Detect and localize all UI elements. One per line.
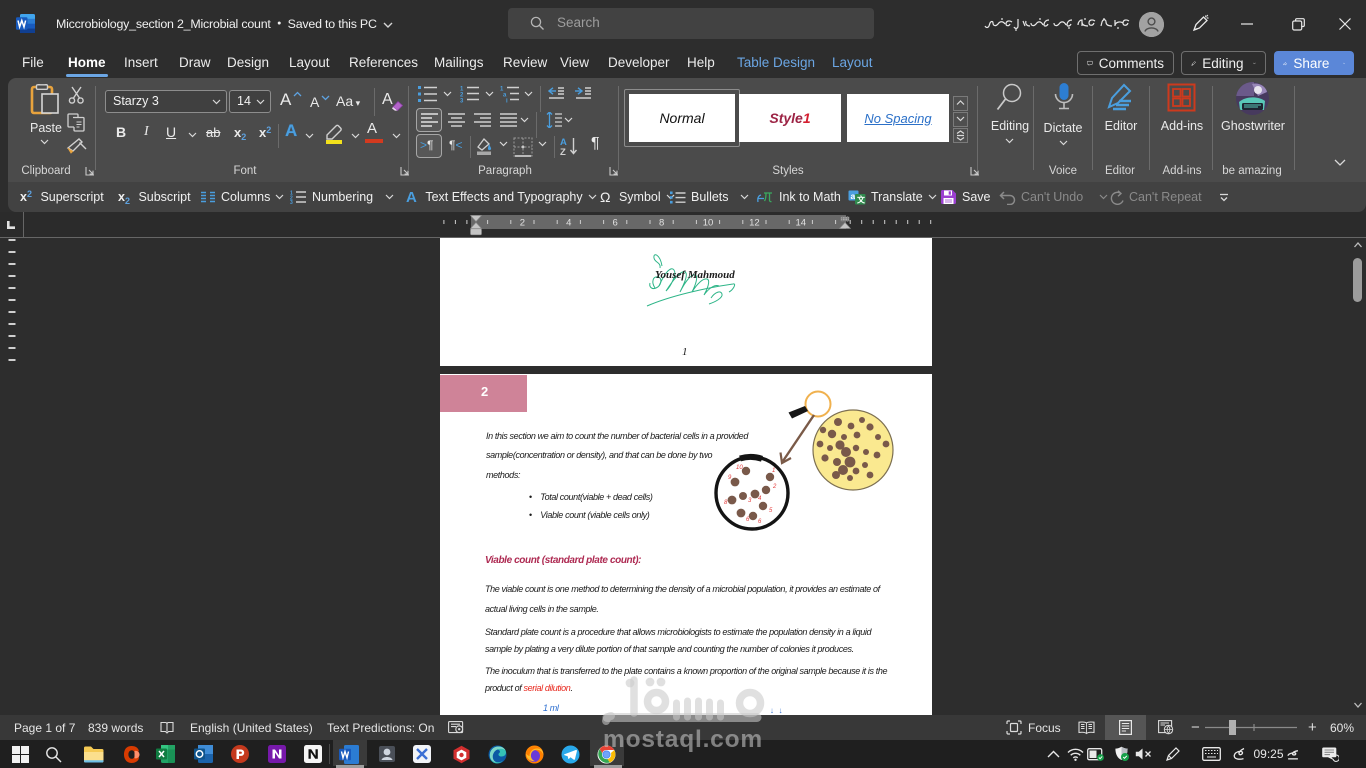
svg-text:10: 10 [736,465,743,471]
svg-text:4: 4 [566,218,571,229]
svg-text:10: 10 [703,218,714,229]
svg-text:6: 6 [613,218,618,229]
svg-text:文: 文 [857,194,866,204]
svg-text:14: 14 [796,218,807,229]
svg-text:Z: Z [560,147,566,156]
svg-text:3: 3 [290,200,293,204]
svg-text:12: 12 [749,218,760,229]
svg-text:1: 1 [772,468,775,474]
svg-text:3: 3 [460,99,464,104]
svg-text:2: 2 [520,218,525,229]
svg-text:i: i [506,99,508,104]
svg-text:Yousef Mahmoud: Yousef Mahmoud [655,269,735,281]
svg-text:8: 8 [659,218,664,229]
svg-text:2: 2 [772,484,777,490]
svg-text:a: a [851,191,856,201]
